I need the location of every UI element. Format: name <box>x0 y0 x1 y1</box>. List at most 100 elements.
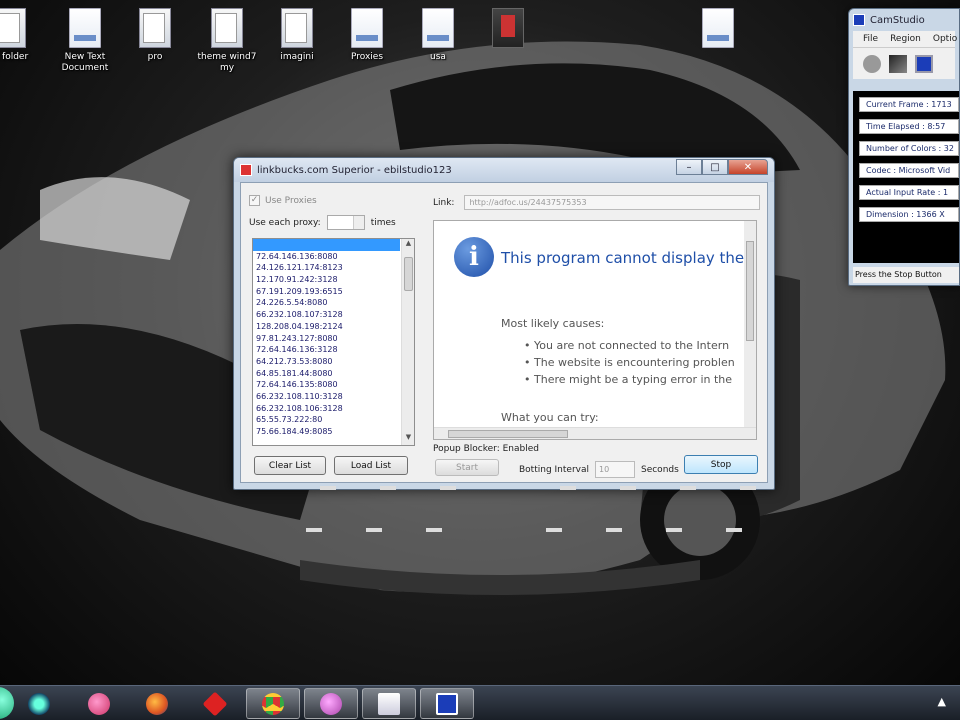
stop-button[interactable]: Stop <box>684 455 758 474</box>
wallpaper-mark <box>606 528 622 532</box>
use-proxies-checkbox[interactable]: ✓ <box>249 195 260 206</box>
desktop-icon-theme[interactable]: theme wind7 my <box>192 8 262 74</box>
menu-file[interactable]: File <box>863 34 878 44</box>
use-proxies-row: ✓ Use Proxies <box>249 195 317 206</box>
wallpaper-mark <box>726 528 742 532</box>
desktop-icon-app[interactable] <box>473 8 543 52</box>
taskbar: ▲ <box>0 685 960 720</box>
firefox-icon <box>146 692 168 715</box>
taskbar-messenger-2[interactable] <box>304 688 358 719</box>
proxy-list-scrollbar[interactable]: ▲ ▼ <box>401 239 414 445</box>
proxy-times-spinner[interactable] <box>326 215 365 230</box>
botting-interval-row: Botting Interval 10 Seconds <box>519 461 679 478</box>
taskbar-messenger[interactable] <box>72 688 126 719</box>
taskbar-chrome[interactable] <box>246 688 300 719</box>
seconds-label: Seconds <box>640 464 679 475</box>
taskbar-poker[interactable] <box>188 688 242 719</box>
link-field[interactable]: http://adfoc.us/24437575353 <box>464 195 761 210</box>
folder-icon <box>281 8 313 48</box>
linkbucks-superior-window: linkbucks.com Superior - ebilstudio123 –… <box>233 157 775 490</box>
camstudio-titlebar[interactable]: CamStudio <box>849 9 959 31</box>
scroll-up-arrow-icon[interactable]: ▲ <box>402 239 414 251</box>
desktop-icon-label: imagini <box>280 52 314 62</box>
scroll-down-arrow-icon[interactable]: ▼ <box>402 433 414 445</box>
minimize-button[interactable]: – <box>676 159 702 175</box>
list-item[interactable]: 24.126.121.174:8123 <box>253 262 400 274</box>
scrollbar-thumb[interactable] <box>404 257 413 291</box>
desktop-icon-doc[interactable] <box>683 8 753 52</box>
botting-interval-input[interactable]: 10 <box>594 461 635 478</box>
pause-icon[interactable] <box>889 54 907 73</box>
list-item: The website is encountering problen <box>524 356 735 373</box>
list-item[interactable]: 66.232.108.106:3128 <box>253 403 400 415</box>
list-item[interactable]: 66.232.108.110:3128 <box>253 391 400 403</box>
desktop-icon-new-text-document[interactable]: New Text Document <box>50 8 120 74</box>
list-item[interactable]: 24.226.5.54:8080 <box>253 297 400 309</box>
desktop-icon-usa[interactable]: usa <box>403 8 473 63</box>
desktop-icon-pro[interactable]: pro <box>120 8 190 63</box>
causes-list: You are not connected to the Intern The … <box>524 339 735 390</box>
app-icon <box>240 164 252 176</box>
stat-current-frame: Current Frame : 1713 <box>859 97 959 112</box>
camstudio-toolbar <box>853 47 955 79</box>
load-list-button[interactable]: Load List <box>334 456 408 475</box>
list-item: You are not connected to the Intern <box>524 339 735 356</box>
desktop-icon-folder[interactable]: w folder <box>0 8 45 63</box>
proxy-list: 72.64.146.136:8080 24.126.121.174:8123 12.… <box>253 239 414 438</box>
browser-vertical-scrollbar[interactable] <box>744 221 756 429</box>
list-item[interactable]: 97.81.243.127:8080 <box>253 333 400 345</box>
desktop-icon-imagini[interactable]: imagini <box>262 8 332 63</box>
record-icon[interactable] <box>863 54 881 73</box>
wallpaper-mark <box>320 486 336 490</box>
desktop-icon-proxies[interactable]: Proxies <box>332 8 402 63</box>
close-button[interactable]: ✕ <box>728 159 768 175</box>
most-likely-causes-heading: Most likely causes: <box>501 317 605 330</box>
wallpaper-mark <box>560 486 576 490</box>
use-each-proxy-row: Use each proxy: times <box>249 215 396 230</box>
stop-icon[interactable] <box>915 54 933 73</box>
window-title: linkbucks.com Superior - ebilstudio123 <box>257 164 452 176</box>
window-titlebar[interactable]: linkbucks.com Superior - ebilstudio123 –… <box>234 158 774 182</box>
embedded-browser[interactable]: i This program cannot display the Most l… <box>433 220 757 440</box>
scrollbar-thumb[interactable] <box>448 430 568 438</box>
stat-dimension: Dimension : 1366 X <box>859 207 959 222</box>
messenger-icon <box>88 692 110 715</box>
taskbar-media-player[interactable] <box>12 688 66 719</box>
proxy-listbox[interactable]: 72.64.146.136:8080 24.126.121.174:8123 12.… <box>252 238 415 446</box>
list-item[interactable]: 65.55.73.222:80 <box>253 414 400 426</box>
browser-horizontal-scrollbar[interactable] <box>434 427 756 439</box>
taskbar-firefox[interactable] <box>130 688 184 719</box>
wallpaper-mark <box>680 486 696 490</box>
list-item-selected[interactable] <box>253 239 400 251</box>
maximize-button[interactable]: □ <box>702 159 728 175</box>
wallpaper-mark <box>546 528 562 532</box>
window-client-area: ✓ Use Proxies Use each proxy: times 72.6… <box>240 182 768 483</box>
scrollbar-thumb[interactable] <box>746 241 754 341</box>
camstudio-title: CamStudio <box>870 14 925 26</box>
list-item[interactable]: 64.212.73.53:8080 <box>253 356 400 368</box>
taskbar-linkbucks[interactable] <box>362 688 416 719</box>
list-item[interactable]: 64.85.181.44:8080 <box>253 368 400 380</box>
wallpaper-mark <box>426 528 442 532</box>
times-label: times <box>370 217 396 228</box>
list-item[interactable]: 72.64.146.136:3128 <box>253 344 400 356</box>
taskbar-camstudio[interactable] <box>420 688 474 719</box>
menu-region[interactable]: Region <box>890 34 921 44</box>
menu-options[interactable]: Optio <box>933 34 957 44</box>
list-item[interactable]: 128.208.04.198:2124 <box>253 321 400 333</box>
list-item[interactable]: 66.232.108.107:3128 <box>253 309 400 321</box>
list-item[interactable]: 67.191.209.193:6515 <box>253 286 400 298</box>
camstudio-stats-panel: Current Frame : 1713 Time Elapsed : 8:57… <box>853 91 959 263</box>
show-hidden-icons-icon[interactable]: ▲ <box>938 695 946 708</box>
list-item[interactable]: 72.64.146.135:8080 <box>253 379 400 391</box>
stat-time-elapsed: Time Elapsed : 8:57 <box>859 119 959 134</box>
wallpaper-mark <box>620 486 636 490</box>
camstudio-window: CamStudio File Region Optio Current Fram… <box>848 8 960 286</box>
list-item[interactable]: 72.64.146.136:8080 <box>253 251 400 263</box>
start-button[interactable]: Start <box>435 459 499 476</box>
list-item[interactable]: 75.66.184.49:8085 <box>253 426 400 438</box>
clear-list-button[interactable]: Clear List <box>254 456 326 475</box>
link-label: Link: <box>433 197 455 208</box>
botting-interval-label: Botting Interval <box>519 464 589 475</box>
list-item[interactable]: 12.170.91.242:3128 <box>253 274 400 286</box>
